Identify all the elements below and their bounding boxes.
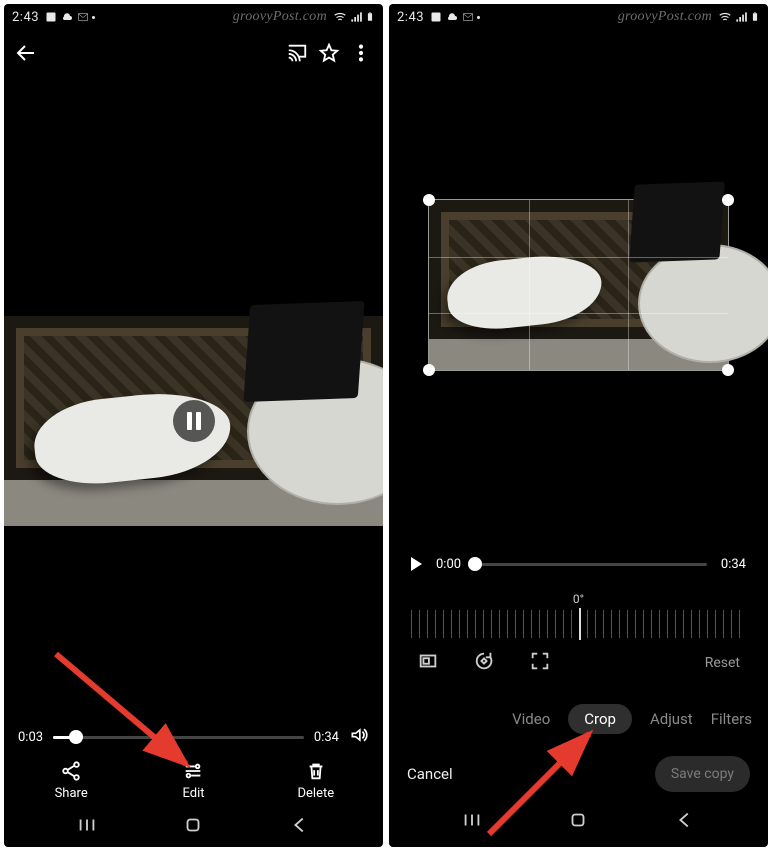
nav-home[interactable] xyxy=(567,809,589,835)
tab-video[interactable]: Video xyxy=(512,710,550,728)
dialog-bar: Cancel Save copy xyxy=(389,742,768,802)
edit-label: Edit xyxy=(182,786,204,801)
delete-label: Delete xyxy=(297,786,334,801)
tab-adjust[interactable]: Adjust xyxy=(650,710,693,728)
cloud-icon xyxy=(445,11,459,23)
time-current: 0:00 xyxy=(436,557,461,572)
time-current: 0:03 xyxy=(18,730,43,745)
gmail-icon xyxy=(77,11,89,23)
watermark: groovyPost.com xyxy=(618,9,712,25)
scrubber-track[interactable] xyxy=(53,736,304,739)
favorite-icon[interactable] xyxy=(317,41,341,65)
status-clock: 2:43 xyxy=(12,10,39,25)
rotation-readout: 0° xyxy=(389,592,768,606)
video-scrubber[interactable]: 0:00 0:34 xyxy=(389,550,768,578)
nav-bar xyxy=(4,807,383,847)
battery-icon xyxy=(750,10,760,24)
status-left-icons xyxy=(45,11,95,23)
battery-icon xyxy=(365,10,375,24)
save-copy-button[interactable]: Save copy xyxy=(655,756,750,792)
video-preview[interactable] xyxy=(4,316,383,526)
cloud-icon xyxy=(60,11,74,23)
edit-button[interactable]: Edit xyxy=(148,760,238,801)
status-bar: 2:43 groovyPost.com xyxy=(4,4,383,30)
tab-filters[interactable]: Filters xyxy=(711,710,752,728)
gmail-icon xyxy=(462,11,474,23)
cancel-button[interactable]: Cancel xyxy=(407,765,453,783)
status-left-icons xyxy=(430,11,480,23)
time-total: 0:34 xyxy=(721,557,746,572)
crop-handle-br[interactable] xyxy=(722,364,734,376)
signal-icon xyxy=(734,10,748,24)
edit-tabs: Video Crop Adjust Filters xyxy=(389,682,768,742)
crop-handle-bl[interactable] xyxy=(423,364,435,376)
scrubber-track[interactable] xyxy=(475,563,707,566)
play-button[interactable] xyxy=(411,557,422,571)
nav-bar xyxy=(389,802,768,842)
time-total: 0:34 xyxy=(314,730,339,745)
nav-home[interactable] xyxy=(182,814,204,840)
cast-icon[interactable] xyxy=(285,41,309,65)
back-button[interactable] xyxy=(14,41,38,65)
screenshot-left: 2:43 groovyPost.com xyxy=(4,4,383,847)
delete-button[interactable]: Delete xyxy=(271,760,361,801)
share-button[interactable]: Share xyxy=(26,760,116,801)
rotate-icon[interactable] xyxy=(473,650,495,676)
action-bar: Share Edit Delete xyxy=(4,752,383,807)
status-clock: 2:43 xyxy=(397,10,424,25)
reset-button[interactable]: Reset xyxy=(705,655,740,671)
status-bar: 2:43 groovyPost.com xyxy=(389,4,768,30)
video-scrubber[interactable]: 0:03 0:34 xyxy=(4,722,383,752)
volume-icon[interactable] xyxy=(349,725,369,749)
status-right-icons xyxy=(333,10,375,24)
overflow-icon[interactable] xyxy=(349,41,373,65)
nav-recents[interactable] xyxy=(76,814,98,840)
nav-back[interactable] xyxy=(289,814,311,840)
nav-recents[interactable] xyxy=(461,809,483,835)
dot-icon xyxy=(477,16,480,19)
nav-back[interactable] xyxy=(674,809,696,835)
wifi-icon xyxy=(718,10,732,24)
share-label: Share xyxy=(55,786,88,801)
crop-handle-tl[interactable] xyxy=(423,194,435,206)
crop-preview[interactable] xyxy=(429,200,728,370)
status-right-icons xyxy=(718,10,760,24)
aspect-ratio-icon[interactable] xyxy=(417,650,439,676)
wifi-icon xyxy=(333,10,347,24)
dot-icon xyxy=(92,16,95,19)
rotation-ruler[interactable] xyxy=(411,610,746,638)
signal-icon xyxy=(349,10,363,24)
screenshot-right: 2:43 groovyPost.com xyxy=(389,4,768,847)
crop-handle-tr[interactable] xyxy=(722,194,734,206)
expand-icon[interactable] xyxy=(529,650,551,676)
header xyxy=(4,30,383,76)
pause-button[interactable] xyxy=(173,400,215,442)
crop-toolbar: Reset xyxy=(389,638,768,682)
tab-crop[interactable]: Crop xyxy=(568,704,632,734)
watermark: groovyPost.com xyxy=(233,9,327,25)
image-icon xyxy=(430,11,442,23)
image-icon xyxy=(45,11,57,23)
